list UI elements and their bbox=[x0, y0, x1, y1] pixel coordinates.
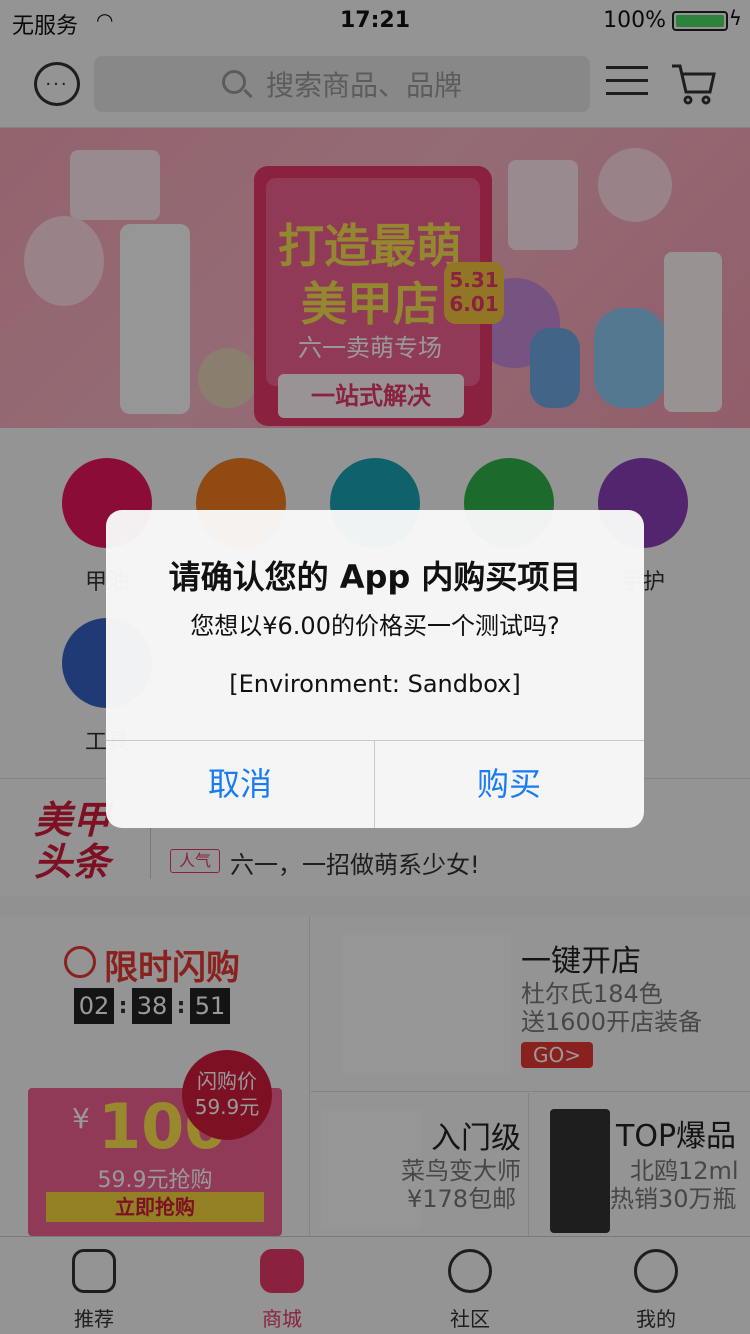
purchase-confirm-dialog: 请确认您的 App 内购买项目 您想以¥6.00的价格买一个测试吗? [Envi… bbox=[106, 510, 644, 828]
buy-button[interactable]: 购买 bbox=[375, 741, 643, 828]
dialog-title: 请确认您的 App 内购买项目 bbox=[168, 558, 582, 596]
cancel-button[interactable]: 取消 bbox=[106, 741, 374, 828]
dialog-message: 您想以¥6.00的价格买一个测试吗? bbox=[190, 612, 560, 640]
dialog-environment: [Environment: Sandbox] bbox=[229, 670, 521, 698]
